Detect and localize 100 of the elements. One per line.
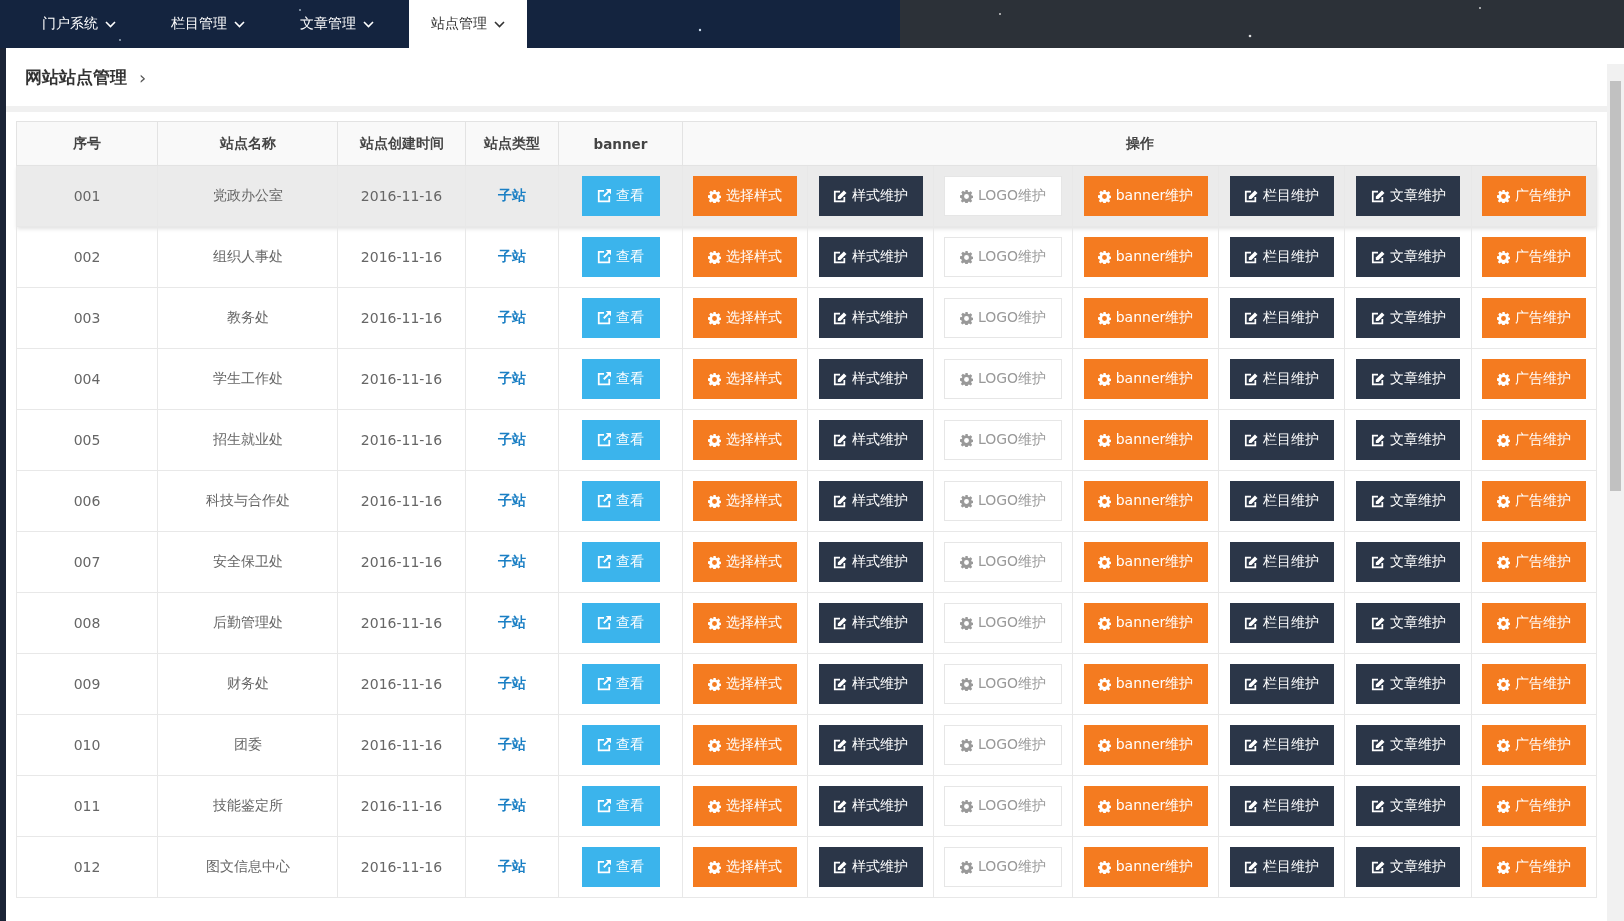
action-button[interactable]: 样式维护 (818, 481, 923, 521)
table-row[interactable]: 003 教务处 2016-11-16 子站 查看 选择样式 样式维护 LOGO维护 banner维护 栏目维护 文章维护 广告维护 (16, 287, 1597, 349)
action-button[interactable]: banner维护 (1083, 725, 1208, 765)
action-button[interactable]: banner维护 (1083, 420, 1208, 460)
action-button[interactable]: 样式维护 (818, 542, 923, 582)
table-row[interactable]: 004 学生工作处 2016-11-16 子站 查看 选择样式 样式维护 LOGO维护 banner维护 栏目维护 文章维护 广告维护 (16, 348, 1597, 410)
action-button[interactable]: 选择样式 (693, 664, 797, 704)
action-button[interactable]: LOGO维护 (944, 359, 1062, 399)
action-button[interactable]: 文章维护 (1356, 786, 1460, 826)
action-button[interactable]: LOGO维护 (944, 664, 1062, 704)
action-button[interactable]: 栏目维护 (1229, 664, 1334, 704)
action-button[interactable]: 样式维护 (818, 725, 923, 765)
action-button[interactable]: 样式维护 (818, 176, 923, 216)
action-button[interactable]: 栏目维护 (1229, 420, 1334, 460)
action-button[interactable]: 样式维护 (818, 664, 923, 704)
action-button[interactable]: 栏目维护 (1229, 481, 1334, 521)
nav-tab[interactable]: 门户系统 (14, 0, 143, 48)
action-button[interactable]: 选择样式 (693, 420, 797, 460)
action-button[interactable]: 栏目维护 (1229, 603, 1334, 643)
nav-tab[interactable]: 站点管理 (409, 0, 527, 48)
table-row[interactable]: 010 团委 2016-11-16 子站 查看 选择样式 样式维护 LOGO维护 banner维护 栏目维护 文章维护 广告维护 (16, 714, 1597, 776)
action-button[interactable]: 选择样式 (693, 847, 797, 887)
action-button[interactable]: 广告维护 (1482, 298, 1586, 338)
action-button[interactable]: 广告维护 (1482, 786, 1586, 826)
action-button[interactable]: 文章维护 (1356, 420, 1460, 460)
action-button[interactable]: 文章维护 (1356, 847, 1460, 887)
action-button[interactable]: 栏目维护 (1229, 298, 1334, 338)
table-row[interactable]: 011 技能鉴定所 2016-11-16 子站 查看 选择样式 样式维护 LOGO维护 banner维护 栏目维护 文章维护 广告维护 (16, 775, 1597, 837)
action-button[interactable]: 栏目维护 (1229, 237, 1334, 277)
action-button[interactable]: 文章维护 (1356, 481, 1460, 521)
action-button[interactable]: banner维护 (1083, 298, 1208, 338)
action-button[interactable]: 查看 (581, 847, 660, 887)
action-button[interactable]: 栏目维护 (1229, 725, 1334, 765)
action-button[interactable]: banner维护 (1083, 359, 1208, 399)
action-button[interactable]: banner维护 (1083, 786, 1208, 826)
action-button[interactable]: 栏目维护 (1229, 786, 1334, 826)
action-button[interactable]: 样式维护 (818, 786, 923, 826)
action-button[interactable]: 文章维护 (1356, 176, 1460, 216)
action-button[interactable]: 栏目维护 (1229, 176, 1334, 216)
action-button[interactable]: 栏目维护 (1229, 359, 1334, 399)
action-button[interactable]: banner维护 (1083, 603, 1208, 643)
action-button[interactable]: 文章维护 (1356, 359, 1460, 399)
action-button[interactable]: banner维护 (1083, 542, 1208, 582)
action-button[interactable]: 文章维护 (1356, 542, 1460, 582)
action-button[interactable]: 查看 (581, 176, 660, 216)
action-button[interactable]: 查看 (581, 725, 660, 765)
action-button[interactable]: LOGO维护 (944, 420, 1062, 460)
action-button[interactable]: 广告维护 (1482, 664, 1586, 704)
action-button[interactable]: 选择样式 (693, 176, 797, 216)
action-button[interactable]: 查看 (581, 786, 660, 826)
table-row[interactable]: 009 财务处 2016-11-16 子站 查看 选择样式 样式维护 LOGO维护 banner维护 栏目维护 文章维护 广告维护 (16, 653, 1597, 715)
action-button[interactable]: 广告维护 (1482, 420, 1586, 460)
action-button[interactable]: 栏目维护 (1229, 542, 1334, 582)
action-button[interactable]: 选择样式 (693, 786, 797, 826)
action-button[interactable]: 文章维护 (1356, 664, 1460, 704)
action-button[interactable]: 选择样式 (693, 237, 797, 277)
action-button[interactable]: 选择样式 (693, 481, 797, 521)
action-button[interactable]: LOGO维护 (944, 298, 1062, 338)
action-button[interactable]: 选择样式 (693, 298, 797, 338)
action-button[interactable]: banner维护 (1083, 237, 1208, 277)
action-button[interactable]: 广告维护 (1482, 176, 1586, 216)
action-button[interactable]: banner维护 (1083, 847, 1208, 887)
action-button[interactable]: 样式维护 (818, 237, 923, 277)
table-row[interactable]: 006 科技与合作处 2016-11-16 子站 查看 选择样式 样式维护 LOGO维护 banner维护 栏目维护 文章维护 广告维护 (16, 470, 1597, 532)
action-button[interactable]: LOGO维护 (944, 542, 1062, 582)
action-button[interactable]: banner维护 (1083, 664, 1208, 704)
table-row[interactable]: 005 招生就业处 2016-11-16 子站 查看 选择样式 样式维护 LOGO维护 banner维护 栏目维护 文章维护 广告维护 (16, 409, 1597, 471)
action-button[interactable]: 选择样式 (693, 725, 797, 765)
action-button[interactable]: 选择样式 (693, 603, 797, 643)
action-button[interactable]: 查看 (581, 420, 660, 460)
action-button[interactable]: banner维护 (1083, 481, 1208, 521)
action-button[interactable]: LOGO维护 (944, 786, 1062, 826)
nav-tab[interactable]: 文章管理 (272, 0, 401, 48)
action-button[interactable]: LOGO维护 (944, 725, 1062, 765)
action-button[interactable]: 栏目维护 (1229, 847, 1334, 887)
action-button[interactable]: 查看 (581, 237, 660, 277)
action-button[interactable]: 查看 (581, 359, 660, 399)
action-button[interactable]: 查看 (581, 664, 660, 704)
action-button[interactable]: 选择样式 (693, 359, 797, 399)
table-row[interactable]: 008 后勤管理处 2016-11-16 子站 查看 选择样式 样式维护 LOGO维护 banner维护 栏目维护 文章维护 广告维护 (16, 592, 1597, 654)
action-button[interactable]: 样式维护 (818, 603, 923, 643)
action-button[interactable]: LOGO维护 (944, 237, 1062, 277)
table-row[interactable]: 007 安全保卫处 2016-11-16 子站 查看 选择样式 样式维护 LOGO维护 banner维护 栏目维护 文章维护 广告维护 (16, 531, 1597, 593)
action-button[interactable]: 广告维护 (1482, 237, 1586, 277)
action-button[interactable]: 查看 (581, 542, 660, 582)
action-button[interactable]: 广告维护 (1482, 603, 1586, 643)
action-button[interactable]: 样式维护 (818, 359, 923, 399)
action-button[interactable]: 广告维护 (1482, 725, 1586, 765)
table-row[interactable]: 002 组织人事处 2016-11-16 子站 查看 选择样式 样式维护 LOGO维护 banner维护 栏目维护 文章维护 广告维护 (16, 226, 1597, 288)
action-button[interactable]: 选择样式 (693, 542, 797, 582)
table-row[interactable]: 012 图文信息中心 2016-11-16 子站 查看 选择样式 样式维护 LOGO维护 banner维护 栏目维护 文章维护 广告维护 (16, 836, 1597, 898)
action-button[interactable]: 文章维护 (1356, 237, 1460, 277)
action-button[interactable]: 样式维护 (818, 298, 923, 338)
action-button[interactable]: 广告维护 (1482, 542, 1586, 582)
action-button[interactable]: 样式维护 (818, 847, 923, 887)
action-button[interactable]: 样式维护 (818, 420, 923, 460)
action-button[interactable]: banner维护 (1083, 176, 1208, 216)
action-button[interactable]: LOGO维护 (944, 481, 1062, 521)
action-button[interactable]: 查看 (581, 603, 660, 643)
nav-tab[interactable]: 栏目管理 (143, 0, 272, 48)
